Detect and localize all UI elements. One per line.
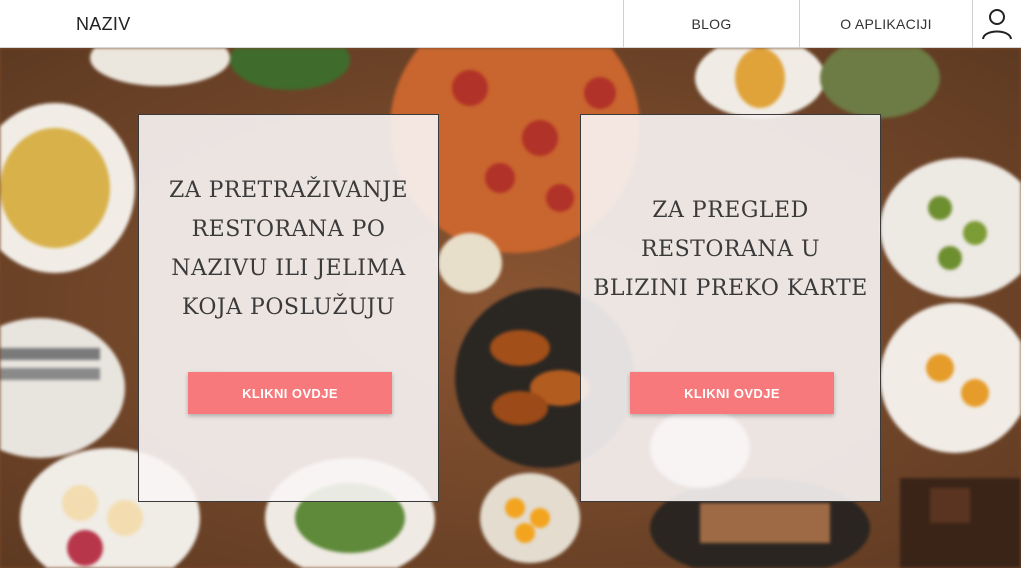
nav-blog-link[interactable]: BLOG [623,0,799,48]
map-nearby-card: ZA PREGLED RESTORANA U BLIZINI PREKO KAR… [580,114,881,502]
brand-logo[interactable]: NAZIV [76,14,131,35]
user-icon [982,9,1012,40]
search-by-name-button[interactable]: KLIKNI OVDJE [188,372,392,414]
search-card-text: ZA PRETRAŽIVANJE RESTORANA PO NAZIVU ILI… [168,178,409,320]
top-navbar: NAZIV BLOG O APLIKACIJI [0,0,1021,48]
nav-about-link[interactable]: O APLIKACIJI [799,0,972,48]
search-by-name-card: ZA PRETRAŽIVANJE RESTORANA PO NAZIVU ILI… [138,114,439,502]
map-nearby-button[interactable]: KLIKNI OVDJE [630,372,834,414]
map-card-text: ZA PREGLED RESTORANA U BLIZINI PREKO KAR… [593,198,868,301]
user-account-button[interactable] [972,0,1021,48]
